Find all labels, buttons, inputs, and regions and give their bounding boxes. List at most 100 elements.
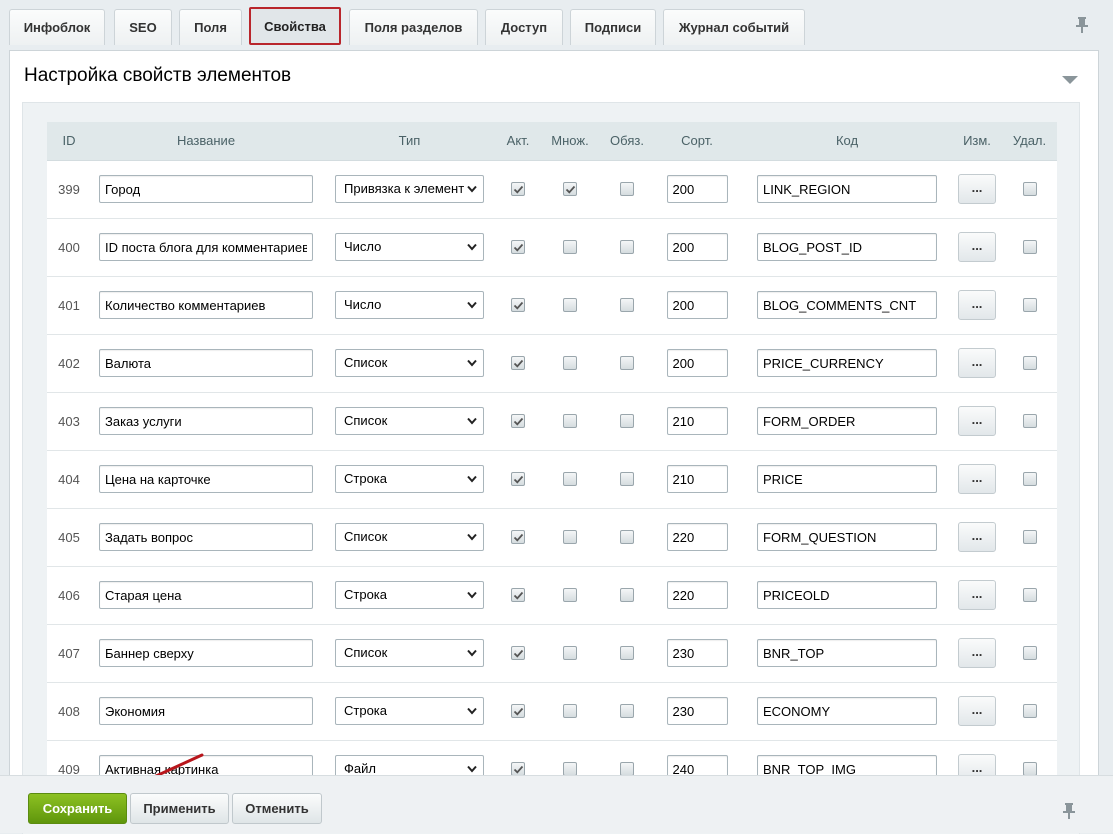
delete-checkbox[interactable] — [1022, 182, 1037, 196]
property-name-input[interactable] — [99, 523, 313, 551]
property-name-input[interactable] — [99, 639, 313, 667]
tab-fields[interactable]: Поля — [179, 9, 242, 45]
edit-property-button[interactable]: ... — [958, 174, 996, 204]
multiple-checkbox[interactable] — [563, 240, 577, 254]
delete-checkbox[interactable] — [1022, 472, 1037, 486]
required-checkbox[interactable] — [620, 298, 634, 312]
sort-input[interactable] — [666, 407, 728, 435]
edit-property-button[interactable]: ... — [958, 406, 996, 436]
tab-section-fields[interactable]: Поля разделов — [349, 9, 478, 45]
delete-checkbox[interactable] — [1022, 704, 1037, 718]
required-checkbox[interactable] — [620, 704, 634, 718]
property-type-select[interactable]: Список — [335, 639, 484, 667]
required-checkbox[interactable] — [620, 414, 634, 428]
required-checkbox[interactable] — [620, 762, 634, 776]
multiple-checkbox[interactable] — [563, 298, 577, 312]
property-type-select[interactable]: Список — [335, 523, 484, 551]
multiple-checkbox[interactable] — [563, 646, 577, 660]
active-checkbox[interactable] — [511, 182, 525, 196]
sort-input[interactable] — [666, 581, 728, 609]
property-name-input[interactable] — [99, 175, 313, 203]
active-checkbox[interactable] — [511, 240, 525, 254]
property-type-select[interactable]: Список — [335, 349, 484, 377]
code-input[interactable] — [757, 465, 937, 493]
sort-input[interactable] — [666, 697, 728, 725]
property-type-select[interactable]: Привязка к элемент — [335, 175, 484, 203]
required-checkbox[interactable] — [620, 356, 634, 370]
active-checkbox[interactable] — [511, 762, 525, 776]
code-input[interactable] — [757, 407, 937, 435]
multiple-checkbox[interactable] — [563, 414, 577, 428]
delete-checkbox[interactable] — [1022, 356, 1037, 370]
code-input[interactable] — [757, 291, 937, 319]
edit-property-button[interactable]: ... — [958, 290, 996, 320]
edit-property-button[interactable]: ... — [958, 638, 996, 668]
active-checkbox[interactable] — [511, 646, 525, 660]
edit-property-button[interactable]: ... — [958, 580, 996, 610]
multiple-checkbox[interactable] — [563, 182, 577, 196]
active-checkbox[interactable] — [511, 530, 525, 544]
edit-property-button[interactable]: ... — [958, 232, 996, 262]
required-checkbox[interactable] — [620, 182, 634, 196]
apply-button[interactable]: Применить — [130, 793, 229, 824]
delete-checkbox[interactable] — [1022, 414, 1037, 428]
property-name-input[interactable] — [99, 581, 313, 609]
delete-checkbox[interactable] — [1022, 530, 1037, 544]
required-checkbox[interactable] — [620, 240, 634, 254]
delete-checkbox[interactable] — [1022, 240, 1037, 254]
sort-input[interactable] — [666, 523, 728, 551]
active-checkbox[interactable] — [511, 414, 525, 428]
code-input[interactable] — [757, 233, 937, 261]
property-name-input[interactable] — [99, 407, 313, 435]
code-input[interactable] — [757, 523, 937, 551]
sort-input[interactable] — [666, 639, 728, 667]
required-checkbox[interactable] — [620, 472, 634, 486]
sort-input[interactable] — [666, 465, 728, 493]
code-input[interactable] — [757, 349, 937, 377]
code-input[interactable] — [757, 697, 937, 725]
edit-property-button[interactable]: ... — [958, 348, 996, 378]
collapse-icon[interactable] — [1062, 73, 1078, 84]
edit-property-button[interactable]: ... — [958, 522, 996, 552]
delete-checkbox[interactable] — [1022, 762, 1037, 776]
multiple-checkbox[interactable] — [563, 762, 577, 776]
multiple-checkbox[interactable] — [563, 356, 577, 370]
property-name-input[interactable] — [99, 465, 313, 493]
delete-checkbox[interactable] — [1022, 646, 1037, 660]
delete-checkbox[interactable] — [1022, 298, 1037, 312]
property-type-select[interactable]: Строка — [335, 581, 484, 609]
property-name-input[interactable] — [99, 349, 313, 377]
cancel-button[interactable]: Отменить — [232, 793, 322, 824]
tab-access[interactable]: Доступ — [485, 9, 563, 45]
sort-input[interactable] — [666, 175, 728, 203]
active-checkbox[interactable] — [511, 298, 525, 312]
property-type-select[interactable]: Строка — [335, 465, 484, 493]
required-checkbox[interactable] — [620, 588, 634, 602]
sort-input[interactable] — [666, 233, 728, 261]
active-checkbox[interactable] — [511, 704, 525, 718]
tab-seo[interactable]: SEO — [114, 9, 172, 45]
pin-icon[interactable] — [1076, 16, 1090, 34]
property-name-input[interactable] — [99, 697, 313, 725]
tab-infoblock[interactable]: Инфоблок — [9, 9, 105, 45]
tab-captions[interactable]: Подписи — [570, 9, 656, 45]
tab-event-log[interactable]: Журнал событий — [663, 9, 805, 45]
active-checkbox[interactable] — [511, 472, 525, 486]
code-input[interactable] — [757, 639, 937, 667]
property-name-input[interactable] — [99, 291, 313, 319]
multiple-checkbox[interactable] — [563, 472, 577, 486]
tab-properties[interactable]: Свойства — [249, 7, 341, 45]
active-checkbox[interactable] — [511, 356, 525, 370]
edit-property-button[interactable]: ... — [958, 464, 996, 494]
sort-input[interactable] — [666, 349, 728, 377]
delete-checkbox[interactable] — [1022, 588, 1037, 602]
property-type-select[interactable]: Строка — [335, 697, 484, 725]
code-input[interactable] — [757, 175, 937, 203]
code-input[interactable] — [757, 581, 937, 609]
multiple-checkbox[interactable] — [563, 704, 577, 718]
required-checkbox[interactable] — [620, 530, 634, 544]
footer-pin-icon[interactable] — [1063, 802, 1077, 820]
property-name-input[interactable] — [99, 233, 313, 261]
multiple-checkbox[interactable] — [563, 530, 577, 544]
property-type-select[interactable]: Число — [335, 233, 484, 261]
